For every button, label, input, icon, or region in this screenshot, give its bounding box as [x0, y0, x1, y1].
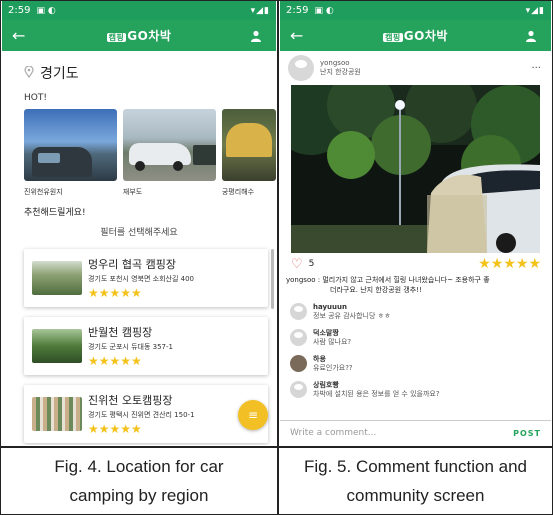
status-time: 2:59 [286, 5, 309, 16]
hot-photo [221, 109, 276, 181]
post-caption-line2: 더라구요. 난지 한강공원 갱추!! [330, 286, 422, 294]
app-title: GO차박 [127, 29, 172, 43]
comment-item: 상림호빵 차박에 설치된 용은 정보를 얻 수 있을까요? [290, 381, 543, 405]
signal-battery-icons: ▾◢▮ [525, 5, 545, 16]
post-comment-button[interactable]: POST [513, 429, 541, 438]
hot-card[interactable]: 재부도 [122, 109, 216, 197]
post-header: yongsoo 난지 한강공원 ··· [280, 51, 551, 85]
campground-thumbnail [32, 397, 82, 431]
more-options-icon[interactable]: ··· [531, 63, 541, 74]
status-time: 2:59 [8, 5, 31, 16]
commenter-avatar[interactable] [290, 355, 307, 372]
comment-input-bar: POST [280, 420, 551, 445]
post-caption: yongsoo : 멀리가지 않고 근처에서 힐링 나녀왔습니다~ 조용하구 좋… [280, 275, 551, 295]
hot-carousel[interactable]: 진위천유원지 재부도 궁평리해수 [2, 109, 276, 197]
figure-caption-left: Fig. 4. Location for car camping by regi… [2, 449, 276, 513]
commenter-avatar[interactable] [290, 329, 307, 346]
campground-card[interactable]: 멍우리 협곡 캠핑장 경기도 포천시 영북면 소회산길 400 ★★★★★ [24, 249, 268, 307]
app-title: GO차박 [403, 29, 448, 43]
hot-photo [24, 109, 117, 181]
rating-stars: ★★★★★ [88, 286, 142, 300]
profile-icon[interactable] [246, 30, 266, 42]
recommend-label: 추천해드릴게요! [24, 208, 86, 218]
post-rating-stars: ★★★★★ [478, 256, 541, 272]
back-arrow-icon[interactable]: ← [290, 26, 310, 45]
app-logo: 캠핑 GO차박 [106, 27, 172, 44]
hot-caption: 재부도 [122, 188, 143, 196]
user-avatar[interactable] [288, 55, 314, 81]
post-reactions: ♡ 5 ★★★★★ [280, 253, 551, 275]
region-name: 경기도 [40, 66, 79, 82]
filter-select[interactable]: 필터를 선택해주세요 [2, 221, 276, 243]
campground-thumbnail [32, 329, 82, 363]
back-arrow-icon[interactable]: ← [12, 26, 32, 45]
hot-card[interactable]: 진위천유원지 [24, 109, 117, 197]
campground-address: 경기도 군포시 듀대동 357-1 [88, 343, 173, 351]
commenter-avatar[interactable] [290, 381, 307, 398]
app-bar: ← 캠핑 GO차박 [280, 20, 551, 51]
campground-name: 진위천 오토캠핑장 [88, 394, 173, 407]
campground-list[interactable]: 멍우리 협곡 캠핑장 경기도 포천시 영북면 소회산길 400 ★★★★★ 반월… [2, 243, 276, 443]
logo-badge: 캠핑 [106, 33, 127, 42]
figure-caption-left-line1: Fig. 4. Location for car [54, 457, 224, 476]
figure-caption-right-line2: community screen [346, 486, 485, 505]
hot-caption: 궁평리해수 [221, 188, 255, 196]
comment-item: 덕소말짱 사람 많나요? [290, 329, 543, 353]
logo-badge: 캠핑 [383, 33, 403, 42]
hot-photo [122, 109, 216, 181]
status-icons: ▣ ◐ [36, 5, 56, 16]
post-caption-line1: yongsoo : 멀리가지 않고 근처에서 힐링 나녀왔습니다~ 조용하구 좋 [286, 276, 490, 284]
like-count: 5 [308, 259, 315, 269]
campground-card[interactable]: 반월천 캠핑장 경기도 군포시 듀대동 357-1 ★★★★★ [24, 317, 268, 375]
list-scrollbar[interactable] [271, 249, 274, 309]
figure-vertical-divider [277, 0, 279, 515]
rating-stars: ★★★★★ [88, 422, 142, 436]
like-heart-icon[interactable]: ♡ [291, 257, 303, 272]
hot-card[interactable]: 궁평리해수 [221, 109, 276, 197]
commenter-name[interactable]: 상림호빵 [313, 381, 440, 390]
comment-text: 사람 많나요? [313, 338, 352, 346]
figure-caption-right: Fig. 5. Comment function and community s… [280, 449, 551, 513]
campground-name: 반월천 캠핑장 [88, 326, 153, 339]
figure-caption-left-line2: camping by region [69, 486, 209, 505]
post-location: 난지 한강공원 [320, 68, 361, 76]
profile-icon[interactable] [521, 30, 541, 42]
rating-stars: ★★★★★ [88, 354, 142, 368]
post-photo [291, 85, 540, 253]
comment-text: 유료인가요?? [313, 364, 353, 372]
commenter-name[interactable]: 하용 [313, 355, 353, 364]
campground-address: 경기도 포천시 영북면 소회산길 400 [88, 275, 194, 283]
signal-battery-icons: ▾◢▮ [250, 5, 270, 16]
campground-thumbnail [32, 261, 82, 295]
hot-label: HOT! [24, 93, 47, 103]
status-bar: 2:59 ▣ ◐ ▾◢▮ [280, 1, 551, 20]
campground-address: 경기도 평택시 진위면 견산리 150-1 [88, 411, 195, 419]
comment-item: hayuuun 정보 공유 감사합니당 ㅎㅎ [290, 303, 543, 327]
app-bar: ← 캠핑 GO차박 [2, 20, 276, 51]
location-screen: 2:59 ▣ ◐ ▾◢▮ ← 캠핑 GO차박 경기도 HOT! 진위천유원지 재… [2, 1, 276, 445]
commenter-name[interactable]: hayuuun [313, 303, 391, 312]
app-logo: 캠핑 GO차박 [383, 27, 448, 44]
status-icons: ▣ ◐ [314, 5, 334, 16]
comment-text: 정보 공유 감사합니당 ㅎㅎ [313, 312, 391, 320]
commenter-avatar[interactable] [290, 303, 307, 320]
post-username[interactable]: yongsoo [320, 59, 361, 68]
status-bar: 2:59 ▣ ◐ ▾◢▮ [2, 1, 276, 20]
comment-text: 차박에 설치된 용은 정보를 얻 수 있을까요? [313, 390, 440, 398]
community-screen: 2:59 ▣ ◐ ▾◢▮ ← 캠핑 GO차박 yongsoo 난지 한강공원 ··… [280, 1, 551, 445]
hot-caption: 진위천유원지 [24, 188, 63, 196]
comment-input[interactable] [290, 428, 514, 438]
location-pin-icon [24, 64, 34, 81]
filter-fab-icon[interactable]: ≡ [238, 400, 268, 430]
region-header: 경기도 [2, 51, 276, 85]
commenter-name[interactable]: 덕소말짱 [313, 329, 351, 338]
figure-horizontal-divider [0, 446, 553, 448]
comment-list: hayuuun 정보 공유 감사합니당 ㅎㅎ 덕소말짱 사람 많나요? 하용 유… [280, 295, 551, 405]
campground-card[interactable]: 진위천 오토캠핑장 경기도 평택시 진위면 견산리 150-1 ★★★★★ [24, 385, 268, 443]
comment-item: 하용 유료인가요?? [290, 355, 543, 379]
campground-name: 멍우리 협곡 캠핑장 [88, 258, 176, 271]
figure-caption-right-line1: Fig. 5. Comment function and [303, 457, 527, 476]
